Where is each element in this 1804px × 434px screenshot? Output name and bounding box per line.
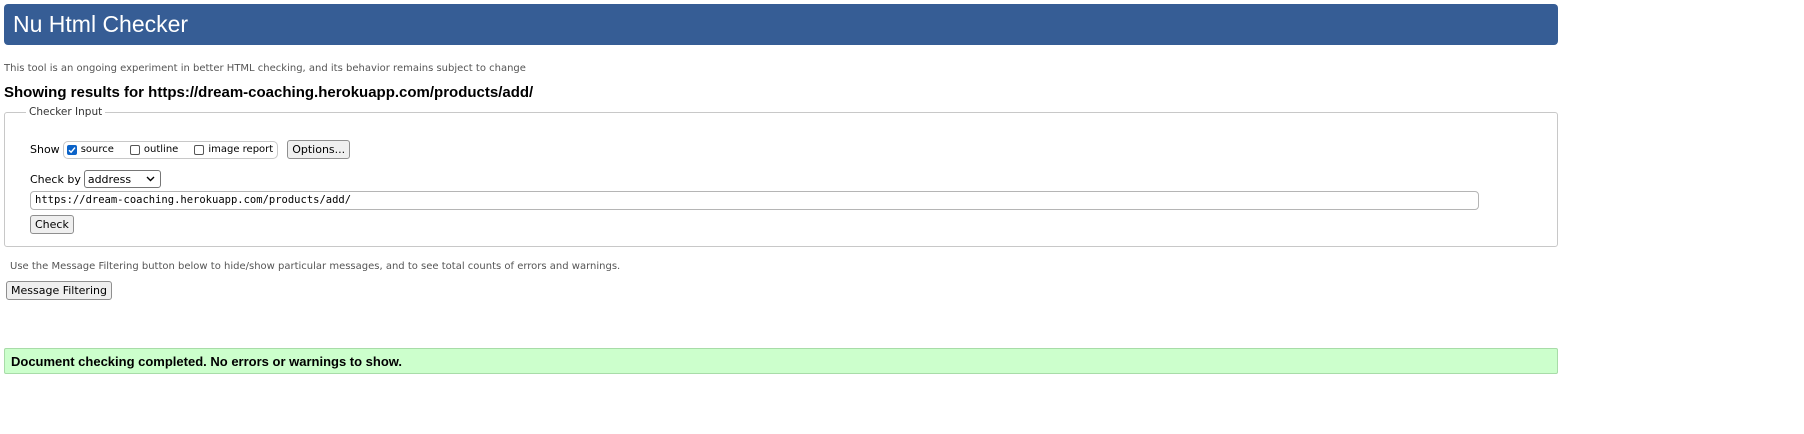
option-source[interactable]: source [66, 144, 114, 155]
message-filtering-note: Use the Message Filtering button below t… [10, 261, 621, 272]
check-by-value: address [87, 172, 132, 186]
option-outline[interactable]: outline [129, 144, 179, 155]
page: Nu Html Checker This tool is an ongoing … [0, 0, 1804, 434]
check-by-label: Check by [30, 172, 81, 186]
title-bar: Nu Html Checker [4, 4, 1558, 45]
check-button[interactable]: Check [30, 215, 74, 234]
url-input[interactable]: https://dream-coaching.herokuapp.com/pro… [30, 191, 1479, 210]
success-message: Document checking completed. No errors o… [11, 353, 403, 369]
source-checkbox[interactable] [66, 144, 77, 155]
options-button[interactable]: Options... [287, 140, 351, 159]
checker-input-fieldset: Checker Input Show source outline image … [4, 106, 1558, 247]
source-label: source [80, 144, 114, 155]
image-report-checkbox[interactable] [194, 144, 205, 155]
message-filtering-button[interactable]: Message Filtering [6, 281, 112, 300]
image-report-label: image report [208, 144, 274, 155]
checkmark-icon [68, 146, 76, 153]
tool-description: This tool is an ongoing experiment in be… [4, 63, 526, 74]
outline-checkbox[interactable] [129, 144, 140, 155]
page-title: Nu Html Checker [13, 11, 189, 37]
success-message-bar: Document checking completed. No errors o… [4, 348, 1558, 374]
outline-label: outline [143, 144, 179, 155]
show-row: Show source outline image report Options… [30, 140, 351, 159]
option-image-report[interactable]: image report [194, 144, 273, 155]
show-options-group: source outline image report [62, 140, 279, 159]
chevron-down-icon [146, 176, 155, 182]
show-label: Show [30, 143, 60, 156]
check-by-select[interactable]: address [83, 170, 161, 188]
checker-input-legend: Checker Input [26, 106, 106, 118]
results-heading: Showing results for https://dream-coachi… [4, 84, 534, 101]
check-by-row: Check by address [30, 170, 161, 188]
